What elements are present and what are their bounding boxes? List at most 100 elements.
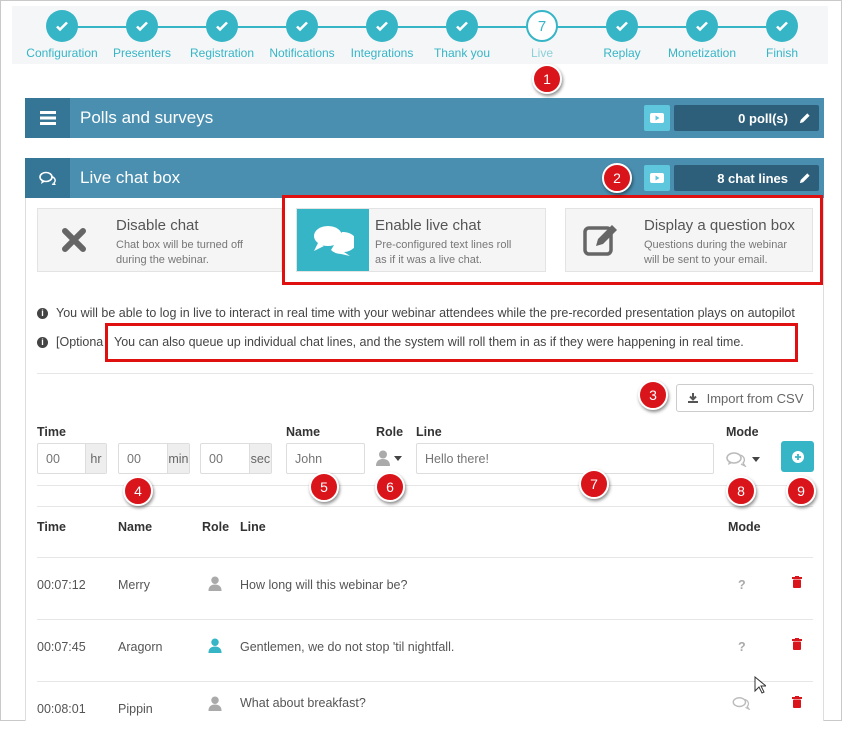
step-notifications[interactable]: Notifications	[262, 6, 342, 60]
polls-count: 0 poll(s)	[738, 110, 788, 126]
minutes-field[interactable]: min	[118, 443, 190, 474]
seconds-field[interactable]: sec	[200, 443, 272, 474]
step-label: Live	[530, 46, 553, 60]
annotation-badge-8: 8	[726, 476, 756, 506]
user-icon	[208, 638, 222, 656]
annotation-badge-3: 3	[638, 380, 668, 410]
step-presenters[interactable]: Presenters	[102, 6, 182, 60]
plus-circle-icon	[791, 450, 804, 463]
time-label: Time	[37, 425, 66, 439]
name-field[interactable]	[286, 443, 365, 474]
option-desc: Chat box will be turned off	[116, 239, 243, 251]
check-icon	[446, 10, 478, 42]
info-icon: i	[37, 307, 48, 319]
trash-icon[interactable]	[792, 696, 802, 711]
hours-input[interactable]	[38, 451, 85, 466]
check-icon	[766, 10, 798, 42]
chevron-down-icon	[394, 455, 402, 461]
user-icon	[208, 576, 222, 594]
question-icon: ?	[738, 640, 746, 654]
minutes-input[interactable]	[119, 451, 167, 466]
video-icon[interactable]	[644, 105, 670, 131]
annotation-badge-6: 6	[375, 472, 405, 502]
step-live[interactable]: 7 Live	[502, 6, 582, 60]
role-label: Role	[376, 425, 404, 439]
step-finish[interactable]: Finish	[742, 6, 822, 60]
info-queue-lines: i [Optiona	[37, 335, 103, 349]
trash-icon[interactable]	[792, 638, 802, 653]
row-name: Merry	[118, 578, 150, 592]
info-text: You will be able to log in live to inter…	[56, 306, 795, 320]
import-csv-label: Import from CSV	[706, 390, 804, 406]
role-dropdown[interactable]	[376, 450, 402, 466]
info-icon: i	[37, 336, 48, 348]
add-line-button[interactable]	[781, 441, 814, 472]
annotation-box-info	[105, 323, 798, 362]
trash-icon[interactable]	[792, 576, 802, 591]
option-desc: during the webinar.	[116, 254, 209, 266]
row-line: How long will this webinar be?	[240, 578, 408, 592]
annotation-badge-4: 4	[123, 476, 153, 506]
chat-title: Live chat box	[80, 168, 181, 187]
check-icon	[286, 10, 318, 42]
annotation-badge-2: 2	[602, 163, 632, 193]
annotation-badge-1: 1	[532, 64, 562, 94]
line-input[interactable]	[417, 451, 713, 466]
annotation-badge-9: 9	[786, 476, 816, 506]
user-icon	[208, 696, 222, 714]
row-time: 00:07:12	[37, 578, 86, 592]
row-name: Pippin	[118, 702, 153, 716]
line-field[interactable]	[416, 443, 714, 474]
chevron-down-icon	[752, 456, 760, 462]
info-live-interact: i You will be able to log in live to inte…	[37, 306, 795, 320]
check-icon	[46, 10, 78, 42]
annotation-box-options	[282, 195, 823, 285]
option-disable-chat[interactable]: Disable chat Chat box will be turned off d…	[37, 208, 282, 272]
col-role: Role	[202, 520, 230, 534]
import-csv-button[interactable]: Import from CSV	[676, 384, 814, 412]
step-label: Replay	[603, 46, 641, 60]
col-name: Name	[118, 520, 153, 534]
x-icon	[38, 209, 110, 271]
step-label: Presenters	[112, 46, 172, 60]
download-icon	[687, 393, 698, 403]
row-name: Aragorn	[118, 640, 163, 654]
step-integrations[interactable]: Integrations	[342, 6, 422, 60]
step-thank-you[interactable]: Thank you	[422, 6, 502, 60]
mouse-cursor-icon	[754, 676, 766, 694]
polls-title: Polls and surveys	[80, 108, 214, 127]
seconds-input[interactable]	[201, 451, 249, 466]
name-label: Name	[286, 425, 321, 439]
mode-dropdown[interactable]	[726, 451, 760, 467]
mode-label: Mode	[726, 425, 759, 439]
row-line: Gentlemen, we do not stop 'til nightfall…	[240, 640, 455, 654]
step-replay[interactable]: Replay	[582, 6, 662, 60]
list-icon	[25, 98, 70, 138]
chat-mode-icon	[726, 452, 747, 467]
row-time: 00:08:01	[37, 702, 86, 716]
col-time: Time	[37, 520, 66, 534]
video-icon[interactable]	[644, 165, 670, 191]
step-label: Finish	[765, 46, 798, 60]
row-time: 00:07:45	[37, 640, 86, 654]
step-configuration[interactable]: Configuration	[22, 6, 102, 60]
chat-lines-button[interactable]: 8 chat lines	[674, 165, 819, 191]
polls-section-header[interactable]: Polls and surveys 0 poll(s)	[25, 98, 824, 138]
step-label: Monetization	[667, 46, 737, 60]
step-registration[interactable]: Registration	[182, 6, 262, 60]
check-icon	[366, 10, 398, 42]
chat-section-header[interactable]: Live chat box 8 chat lines	[25, 158, 824, 198]
step-label: Configuration	[26, 46, 98, 60]
col-line: Line	[240, 520, 266, 534]
question-icon: ?	[738, 578, 746, 592]
step-label: Registration	[189, 46, 255, 60]
name-input[interactable]	[287, 451, 364, 466]
polls-count-button[interactable]: 0 poll(s)	[674, 105, 819, 131]
option-title: Disable chat	[116, 217, 199, 234]
table-row: 00:07:12 Merry How long will this webina…	[37, 557, 813, 619]
chat-lines-count: 8 chat lines	[717, 170, 788, 186]
step-monetization[interactable]: Monetization	[662, 6, 742, 60]
hr-addon: hr	[84, 444, 106, 473]
hours-field[interactable]: hr	[37, 443, 107, 474]
info-prefix: [Optiona	[56, 335, 104, 349]
